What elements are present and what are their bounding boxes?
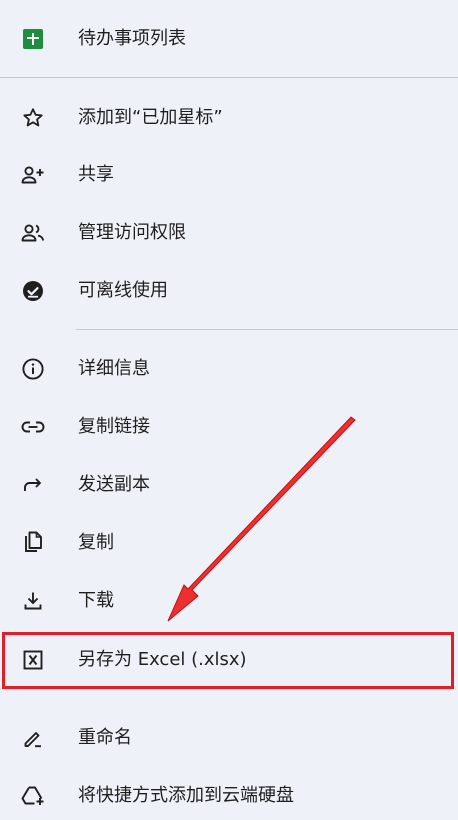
menu-item-label: 发送副本	[78, 474, 150, 495]
forward-arrow-icon	[20, 472, 46, 498]
menu-item-rename[interactable]: 重命名	[0, 715, 458, 761]
star-icon	[20, 105, 46, 131]
download-icon	[20, 588, 46, 614]
excel-icon	[20, 647, 46, 673]
menu-item-label: 管理访问权限	[78, 222, 186, 243]
menu-item-label: 共享	[78, 164, 114, 185]
divider	[0, 77, 458, 78]
file-header: 待办事项列表	[0, 16, 458, 62]
menu-item-label: 重命名	[78, 727, 132, 748]
menu-item-share[interactable]: 共享	[0, 152, 458, 198]
menu-item-make-copy[interactable]: 复制	[0, 520, 458, 566]
menu-item-copy-link[interactable]: 复制链接	[0, 404, 458, 450]
menu-item-manage-access[interactable]: 管理访问权限	[0, 210, 458, 256]
pencil-icon	[20, 725, 46, 751]
menu-item-add-to-starred[interactable]: 添加到“已加星标”	[0, 95, 458, 141]
menu-item-send-copy[interactable]: 发送副本	[0, 462, 458, 508]
info-icon	[20, 356, 46, 382]
menu-item-label: 将快捷方式添加到云端硬盘	[78, 785, 294, 806]
menu-item-label: 详细信息	[78, 358, 150, 379]
menu-item-download[interactable]: 下载	[0, 578, 458, 624]
file-context-menu: 待办事项列表 添加到“已加星标” 共享 管理访问权限 可离线使用 详细信息 复制…	[0, 0, 458, 820]
link-icon	[20, 414, 46, 440]
person-add-icon	[20, 162, 46, 188]
file-title: 待办事项列表	[78, 28, 186, 49]
menu-item-add-shortcut-to-drive[interactable]: 将快捷方式添加到云端硬盘	[0, 773, 458, 819]
menu-item-save-as-excel[interactable]: 另存为 Excel (.xlsx)	[0, 637, 458, 683]
menu-item-label: 复制链接	[78, 416, 150, 437]
menu-item-label: 下载	[78, 590, 114, 611]
people-icon	[20, 220, 46, 246]
add-shortcut-drive-icon	[20, 783, 46, 809]
menu-item-label: 添加到“已加星标”	[78, 107, 223, 128]
divider	[76, 329, 458, 330]
menu-item-label: 复制	[78, 532, 114, 553]
google-sheets-icon	[20, 26, 46, 52]
menu-item-details[interactable]: 详细信息	[0, 346, 458, 392]
menu-item-label: 另存为 Excel (.xlsx)	[78, 649, 247, 670]
offline-check-icon	[20, 278, 46, 304]
menu-item-label: 可离线使用	[78, 280, 168, 301]
menu-item-available-offline[interactable]: 可离线使用	[0, 268, 458, 314]
copy-icon	[20, 530, 46, 556]
